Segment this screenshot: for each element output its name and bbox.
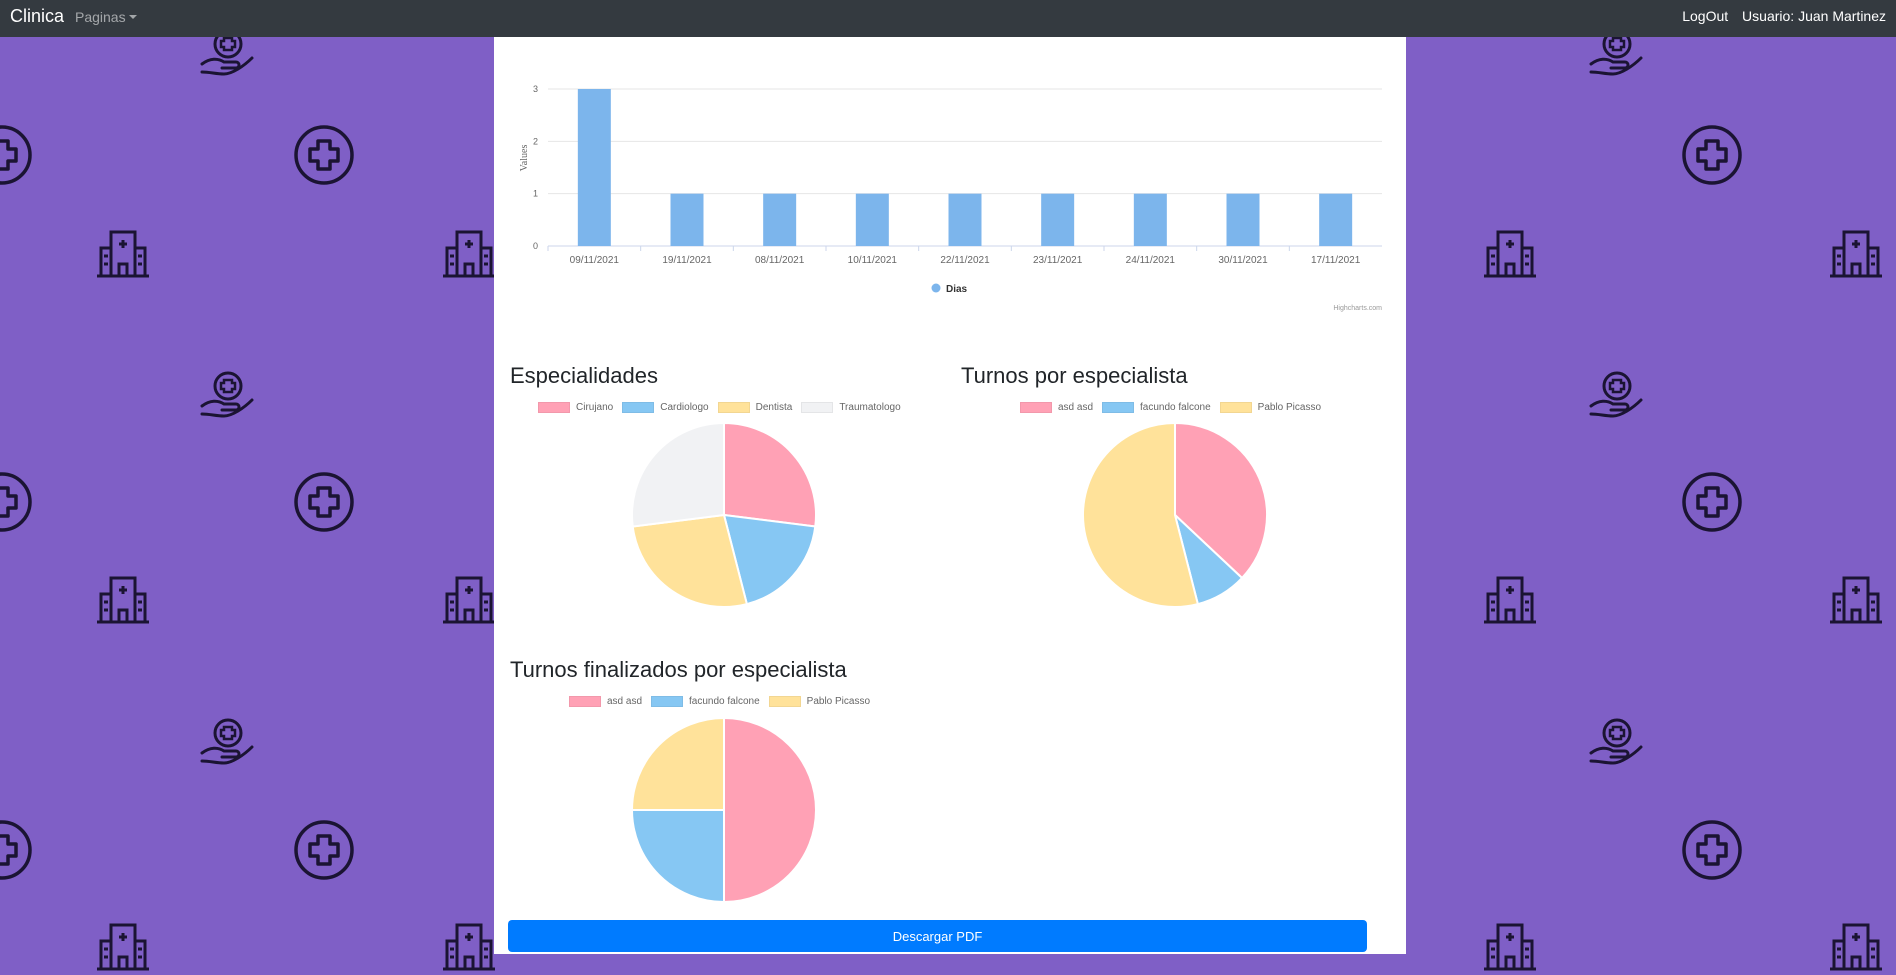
hospital-icon — [443, 230, 495, 278]
bar-chart-ylabel: Values — [519, 145, 530, 172]
bar[interactable] — [1041, 193, 1075, 246]
medical-cross-icon — [0, 820, 32, 880]
medical-cross-icon — [1682, 820, 1742, 880]
nav-right: LogOut Usuario: Juan Martinez — [1672, 8, 1886, 24]
pie-chart — [1082, 421, 1268, 608]
hospital-icon — [97, 230, 149, 278]
pie-slice[interactable] — [723, 716, 817, 904]
pie-chart-title: Especialidades — [510, 363, 658, 388]
download-pdf-button[interactable]: Descargar PDF — [508, 920, 1367, 952]
legend-swatch — [1020, 402, 1052, 413]
x-tick-label: 17/11/2021 — [1311, 255, 1361, 266]
medical-cross-icon — [0, 125, 32, 185]
legend-swatch — [569, 696, 601, 707]
hospital-icon — [1830, 923, 1882, 971]
x-tick-label: 08/11/2021 — [755, 255, 805, 266]
x-tick-label: 24/11/2021 — [1126, 255, 1176, 266]
y-tick-label: 3 — [533, 84, 538, 94]
hospital-icon — [1830, 576, 1882, 624]
hospital-icon — [97, 923, 149, 971]
bar[interactable] — [855, 193, 889, 246]
legend-label: Cirujano — [576, 402, 614, 413]
x-tick-label: 09/11/2021 — [570, 255, 620, 266]
medical-cross-icon — [294, 820, 354, 880]
bar[interactable] — [948, 193, 982, 246]
pie-slice[interactable] — [631, 421, 725, 528]
pie-slice[interactable] — [630, 716, 725, 811]
main-content: 0 1 2 3 09/11/2021 19/11/2021 08/11/2021 10/11… — [494, 37, 1406, 954]
hospital-icon — [1830, 230, 1882, 278]
bar[interactable] — [1319, 193, 1353, 246]
y-tick-label: 1 — [533, 189, 538, 199]
x-tick-label: 23/11/2021 — [1033, 255, 1083, 266]
medical-cross-icon — [1682, 472, 1742, 532]
hospital-icon — [443, 923, 495, 971]
care-hands-icon — [1589, 718, 1643, 765]
hospital-icon — [1484, 576, 1536, 624]
caret-down-icon — [128, 15, 137, 19]
pie-slice[interactable] — [723, 421, 817, 528]
pie-chart-title: Turnos finalizados por especialista — [510, 657, 847, 682]
hospital-icon — [1484, 230, 1536, 278]
bar[interactable] — [1226, 193, 1260, 246]
legend-marker — [931, 283, 941, 293]
care-hands-icon — [200, 371, 254, 418]
bar[interactable] — [670, 193, 704, 246]
medical-cross-icon — [0, 472, 32, 532]
medical-cross-icon — [294, 472, 354, 532]
y-tick-label: 2 — [533, 136, 538, 146]
x-tick-label: 22/11/2021 — [940, 255, 990, 266]
bar-chart: 0 1 2 3 09/11/2021 19/11/2021 08/11/2021 10/11… — [519, 84, 1382, 312]
x-tick-label: 19/11/2021 — [662, 255, 712, 266]
legend-label: Traumatologo — [839, 402, 901, 413]
medical-cross-icon — [294, 125, 354, 185]
bar[interactable] — [577, 89, 611, 246]
care-hands-icon — [1589, 371, 1643, 418]
hospital-icon — [1484, 923, 1536, 971]
pie-chart — [631, 421, 817, 608]
hospital-icon — [97, 576, 149, 624]
pie-chart-title: Turnos por especialista — [961, 363, 1188, 388]
pie-slice[interactable] — [630, 809, 725, 904]
bar-chart-legend[interactable]: Dias — [946, 284, 968, 295]
medical-cross-icon — [1682, 125, 1742, 185]
bar[interactable] — [763, 193, 797, 246]
pages-dropdown[interactable]: Paginas — [75, 9, 137, 25]
x-tick-label: 30/11/2021 — [1218, 255, 1268, 266]
care-hands-icon — [200, 718, 254, 765]
brand-link[interactable]: Clinica — [10, 6, 64, 27]
y-tick-label: 0 — [533, 241, 538, 251]
legend-item[interactable]: Cirujano — [538, 402, 613, 413]
x-tick-label: 10/11/2021 — [848, 255, 898, 266]
hospital-icon — [443, 576, 495, 624]
pie-chart — [630, 716, 817, 904]
user-label: Usuario: Juan Martinez — [1742, 8, 1886, 24]
navbar: Clinica Paginas LogOut Usuario: Juan Mar… — [0, 0, 1896, 37]
logout-link[interactable]: LogOut — [1682, 8, 1728, 24]
chart-credit[interactable]: Highcharts.com — [1333, 305, 1382, 312]
bar[interactable] — [1133, 193, 1167, 246]
legend-swatch — [538, 402, 570, 413]
pages-dropdown-label: Paginas — [75, 9, 126, 25]
